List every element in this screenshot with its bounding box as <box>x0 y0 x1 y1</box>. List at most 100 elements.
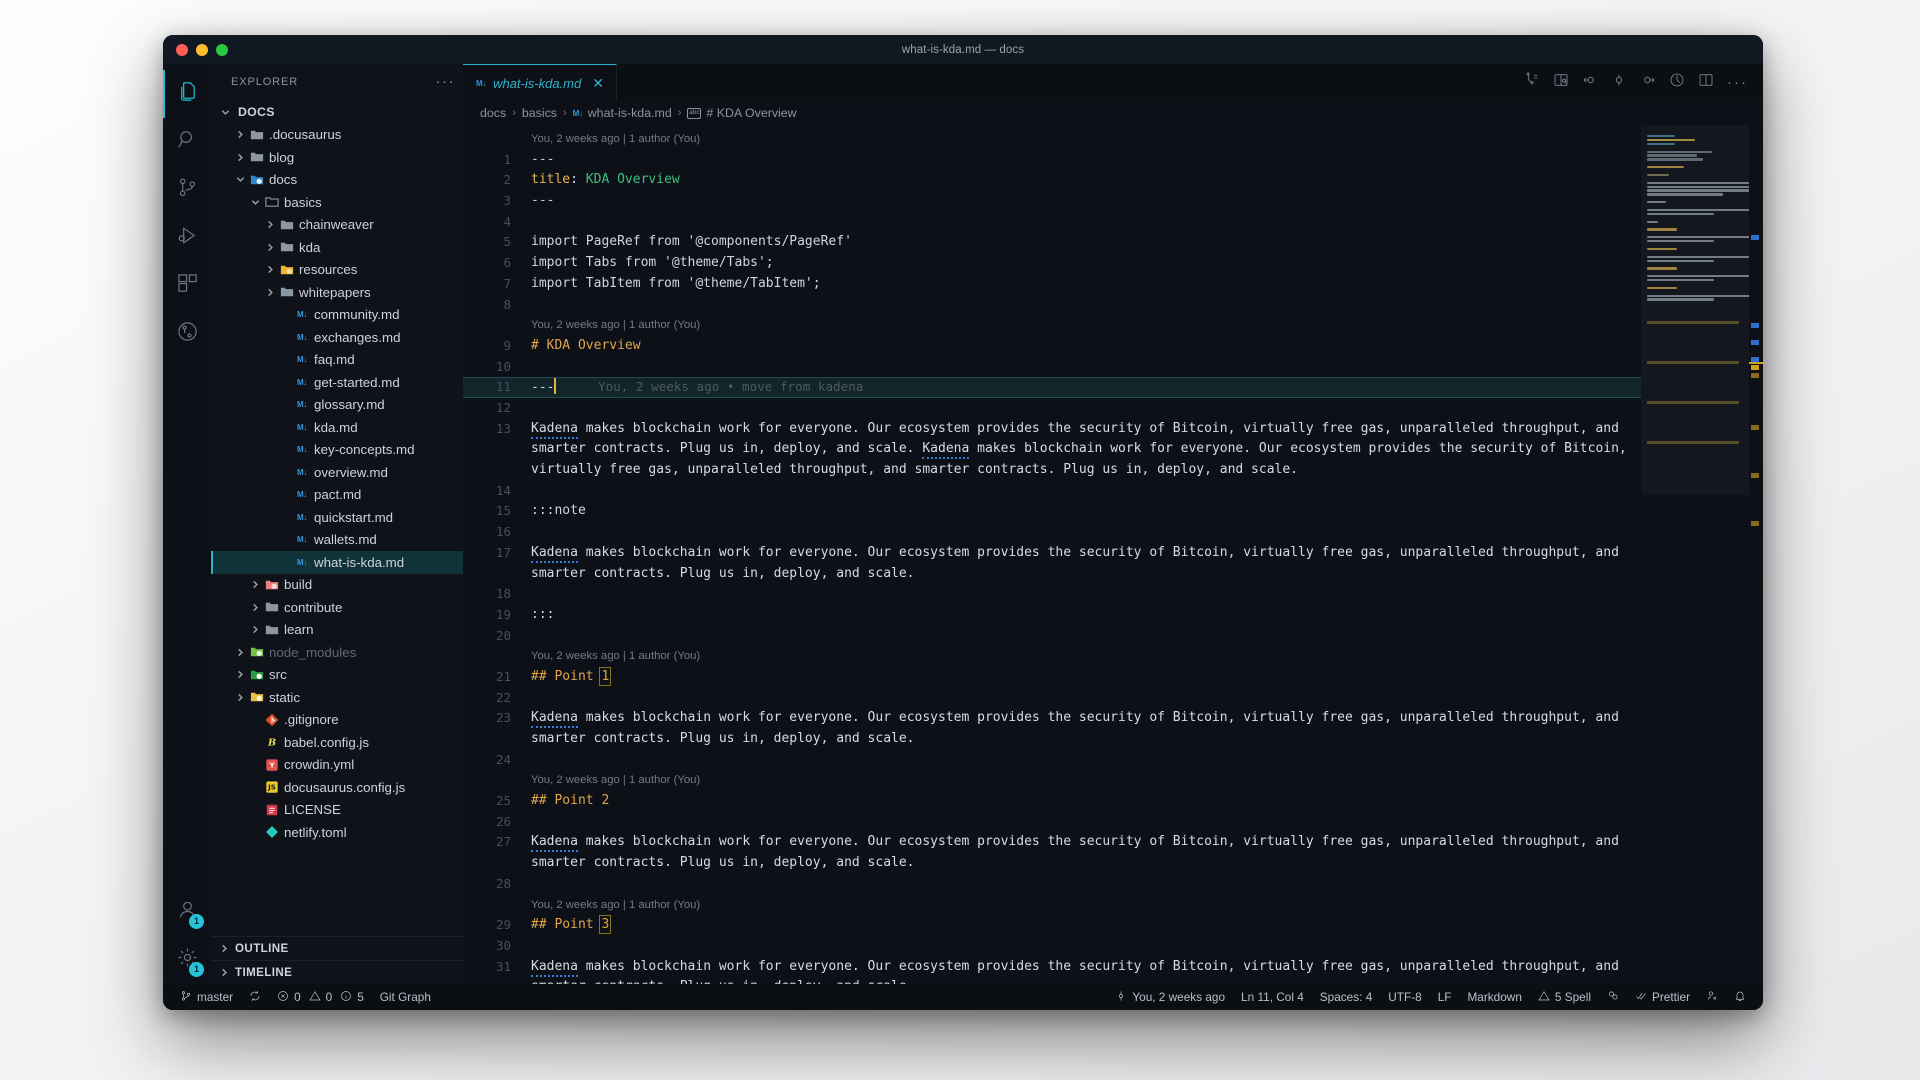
status-encoding[interactable]: UTF-8 <box>1380 990 1429 1004</box>
chevron-right-icon[interactable] <box>264 243 277 252</box>
breadcrumb-item-0[interactable]: docs <box>480 106 506 120</box>
tree-file-quickstart-md[interactable]: M↓ quickstart.md <box>211 506 463 529</box>
code-line-30[interactable]: 30 <box>463 936 1641 957</box>
code-line-26[interactable]: 26 <box>463 812 1641 833</box>
status-problems[interactable]: 0 0 5 <box>269 984 372 1010</box>
activity-item-source-control[interactable] <box>163 166 211 214</box>
split-editor-icon[interactable] <box>1698 72 1714 93</box>
code-line-21[interactable]: 21 ## Point 1 <box>463 666 1641 688</box>
code-line-18[interactable]: 18 <box>463 584 1641 605</box>
code-line-25[interactable]: 25 ## Point 2 <box>463 791 1641 812</box>
toggle-blame-icon[interactable] <box>1669 72 1685 93</box>
tree-folder-build[interactable]: build <box>211 574 463 597</box>
tree-root-docs[interactable]: DOCS <box>211 101 463 124</box>
more-actions-icon[interactable]: ··· <box>1727 75 1748 90</box>
code-line-1[interactable]: 1 --- <box>463 150 1641 171</box>
tree-folder-contribute[interactable]: contribute <box>211 596 463 619</box>
breadcrumb-item-2[interactable]: M↓ what-is-kda.md <box>573 106 672 120</box>
chevron-right-icon[interactable] <box>234 130 247 139</box>
code-line-24[interactable]: 24 <box>463 750 1641 771</box>
code-line-14[interactable]: 14 <box>463 481 1641 502</box>
tree-file-babel-config-js[interactable]: Bbabel.config.js <box>211 731 463 754</box>
chevron-right-icon[interactable] <box>234 693 247 702</box>
status-git-graph[interactable]: Git Graph <box>372 984 439 1010</box>
chevron-right-icon[interactable] <box>249 625 262 634</box>
close-icon[interactable]: ✕ <box>592 76 604 90</box>
go-to-next-change-icon[interactable] <box>1640 72 1656 93</box>
status-language[interactable]: Markdown <box>1459 990 1529 1004</box>
tree-file-crowdin-yml[interactable]: Ycrowdin.yml <box>211 754 463 777</box>
tree-folder-kda[interactable]: kda <box>211 236 463 259</box>
panel-timeline[interactable]: TIMELINE <box>211 960 463 984</box>
status-remote[interactable] <box>1698 990 1726 1005</box>
chevron-down-icon[interactable] <box>234 175 247 184</box>
tab-what-is-kda[interactable]: M↓ what-is-kda.md ✕ <box>463 64 617 101</box>
activity-item-extensions[interactable] <box>163 262 211 310</box>
tree-folder-resources[interactable]: resources <box>211 259 463 282</box>
tree-file-what-is-kda-md[interactable]: M↓ what-is-kda.md <box>211 551 463 574</box>
chevron-right-icon[interactable] <box>249 603 262 612</box>
tree-folder-node-modules[interactable]: node_modules <box>211 641 463 664</box>
code-line-10[interactable]: 10 <box>463 357 1641 378</box>
activity-item-run-debug[interactable] <box>163 214 211 262</box>
code-line-31[interactable]: 31 Kadena makes blockchain work for every… <box>463 957 1641 984</box>
status-sync[interactable] <box>241 984 269 1010</box>
code-line-23[interactable]: 23 Kadena makes blockchain work for every… <box>463 708 1641 749</box>
sidebar-more-actions[interactable]: ··· <box>436 74 456 89</box>
chevron-right-icon[interactable] <box>234 153 247 162</box>
chevron-down-icon[interactable] <box>249 198 262 207</box>
breadcrumb-item-1[interactable]: basics <box>522 106 557 120</box>
code-line-13[interactable]: 13 Kadena makes blockchain work for every… <box>463 419 1641 481</box>
status-notifications[interactable] <box>1726 990 1754 1005</box>
tree-file-kda-md[interactable]: M↓ kda.md <box>211 416 463 439</box>
tree-folder-docs[interactable]: docs <box>211 169 463 192</box>
code-line-16[interactable]: 16 <box>463 522 1641 543</box>
code-line-5[interactable]: 5 import PageRef from '@components/PageRe… <box>463 232 1641 253</box>
go-to-change-icon[interactable] <box>1611 72 1627 93</box>
file-tree[interactable]: DOCS .docusaurus blog docs basics chainweaver… <box>211 99 463 936</box>
tree-file-community-md[interactable]: M↓ community.md <box>211 304 463 327</box>
code-line-7[interactable]: 7 import TabItem from '@theme/TabItem'; <box>463 274 1641 295</box>
code-line-6[interactable]: 6 import Tabs from '@theme/Tabs'; <box>463 253 1641 274</box>
chevron-right-icon[interactable] <box>264 288 277 297</box>
code-line-12[interactable]: 12 <box>463 398 1641 419</box>
activity-item-explorer[interactable] <box>163 70 211 118</box>
code-line-28[interactable]: 28 <box>463 874 1641 895</box>
preview-split-icon[interactable] <box>1524 72 1540 93</box>
status-cursor-position[interactable]: Ln 11, Col 4 <box>1233 990 1312 1004</box>
tree-file-glossary-md[interactable]: M↓ glossary.md <box>211 394 463 417</box>
minimap[interactable] <box>1641 125 1749 984</box>
status-blame[interactable]: You, 2 weeks ago <box>1107 990 1233 1005</box>
status-eol[interactable]: LF <box>1430 990 1460 1004</box>
status-indentation[interactable]: Spaces: 4 <box>1312 990 1380 1004</box>
code-line-11[interactable]: 11 --- You, 2 weeks ago • move from kadena <box>463 377 1641 398</box>
activity-item-search[interactable] <box>163 118 211 166</box>
chevron-right-icon[interactable] <box>264 265 277 274</box>
code-line-27[interactable]: 27 Kadena makes blockchain work for every… <box>463 832 1641 873</box>
tree-folder-blog[interactable]: blog <box>211 146 463 169</box>
code-line-17[interactable]: 17 Kadena makes blockchain work for every… <box>463 543 1641 584</box>
tree-folder-chainweaver[interactable]: chainweaver <box>211 214 463 237</box>
tree-folder-whitepapers[interactable]: whitepapers <box>211 281 463 304</box>
tree-file-netlify-toml[interactable]: netlify.toml <box>211 821 463 844</box>
tree-file-wallets-md[interactable]: M↓ wallets.md <box>211 529 463 552</box>
code-line-19[interactable]: 19::: <box>463 605 1641 626</box>
code-line-8[interactable]: 8 <box>463 295 1641 316</box>
tree-folder--docusaurus[interactable]: .docusaurus <box>211 124 463 147</box>
breadcrumb[interactable]: docs › basics › M↓ what-is-kda.md › abc # KDA Ov… <box>463 101 1763 125</box>
status-hocus[interactable] <box>1599 990 1627 1005</box>
activity-item-settings[interactable]: 1 <box>163 936 211 984</box>
code-line-22[interactable]: 22 <box>463 688 1641 709</box>
tree-file-pact-md[interactable]: M↓ pact.md <box>211 484 463 507</box>
chevron-right-icon[interactable] <box>249 580 262 589</box>
status-prettier[interactable]: Prettier <box>1627 990 1698 1005</box>
tree-file-key-concepts-md[interactable]: M↓ key-concepts.md <box>211 439 463 462</box>
activity-item-git-graph[interactable] <box>163 310 211 358</box>
go-to-prev-change-icon[interactable] <box>1582 72 1598 93</box>
code-line-3[interactable]: 3 --- <box>463 191 1641 212</box>
tree-folder-learn[interactable]: learn <box>211 619 463 642</box>
code-editor[interactable]: You, 2 weeks ago | 1 author (You) 1 --- 2 ti… <box>463 125 1641 984</box>
code-line-9[interactable]: 9 # KDA Overview <box>463 336 1641 357</box>
tree-folder-basics[interactable]: basics <box>211 191 463 214</box>
tree-file-license[interactable]: LICENSE <box>211 799 463 822</box>
